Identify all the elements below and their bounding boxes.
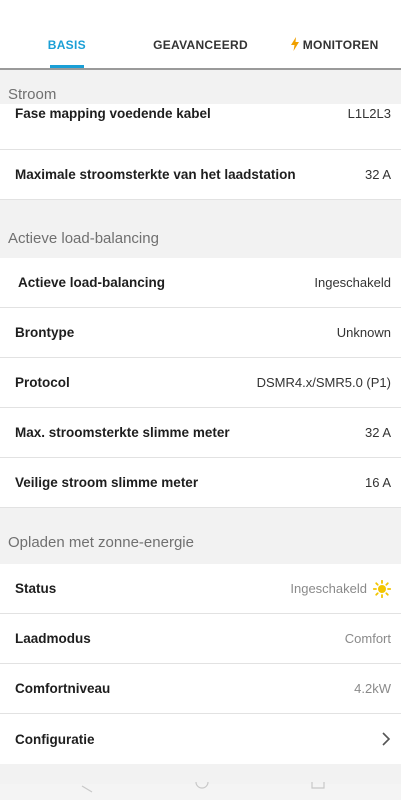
row-laadmodus[interactable]: Laadmodus Comfort	[0, 614, 401, 664]
row-protocol[interactable]: Protocol DSMR4.x/SMR5.0 (P1)	[0, 358, 401, 408]
tab-geavanceerd[interactable]: GEAVANCEERD	[134, 0, 268, 68]
row-label: Status	[15, 581, 57, 596]
row-value: Ingeschakeld	[314, 275, 391, 290]
row-configuratie[interactable]: Configuratie	[0, 714, 401, 764]
row-label: Maximale stroomsterkte van het laadstati…	[15, 167, 296, 182]
chevron-right-icon	[382, 732, 391, 746]
lightning-icon	[290, 37, 299, 51]
row-max-stroomsterkte-slimme-meter[interactable]: Max. stroomsterkte slimme meter 32 A	[0, 408, 401, 458]
row-value: Unknown	[336, 325, 391, 340]
row-value: 32 A	[364, 167, 391, 182]
row-max-stroomsterkte-laadstation[interactable]: Maximale stroomsterkte van het laadstati…	[0, 150, 401, 200]
row-comfortniveau[interactable]: Comfortniveau 4.2kW	[0, 664, 401, 714]
row-value: DSMR4.x/SMR5.0 (P1)	[256, 375, 391, 390]
row-brontype[interactable]: Brontype Unknown	[0, 308, 401, 358]
row-label: Laadmodus	[15, 631, 91, 646]
row-value: Comfort	[344, 631, 391, 646]
system-nav-bar	[0, 781, 401, 800]
section-title-stroom: Stroom	[8, 86, 57, 103]
row-label: Veilige stroom slimme meter	[15, 475, 199, 490]
row-label: Configuratie	[15, 731, 95, 747]
row-value: Ingeschakeld	[290, 581, 367, 596]
tab-basis[interactable]: BASIS	[0, 0, 134, 68]
row-value: 4.2kW	[354, 681, 391, 696]
row-label: Protocol	[15, 375, 70, 390]
row-label: Brontype	[15, 325, 75, 340]
row-value-wrap: Ingeschakeld	[290, 579, 391, 598]
row-value: 32 A	[364, 425, 391, 440]
sun-icon	[373, 579, 391, 598]
section-title-load-balancing: Actieve load-balancing	[8, 230, 159, 247]
row-label: Max. stroomsterkte slimme meter	[15, 425, 230, 440]
home-nav-icon[interactable]	[194, 780, 210, 792]
tab-bar: BASIS GEAVANCEERD MONITOREN	[0, 0, 401, 70]
recents-nav-icon[interactable]	[310, 782, 326, 792]
row-label: Fase mapping voedende kabel	[15, 106, 211, 121]
row-label: Actieve load-balancing	[18, 275, 166, 290]
row-status[interactable]: Status Ingeschakeld	[0, 564, 401, 614]
row-label: Comfortniveau	[15, 681, 111, 696]
back-nav-icon[interactable]	[78, 784, 94, 794]
row-actieve-load-balancing[interactable]: Actieve load-balancing Ingeschakeld	[0, 258, 401, 308]
row-veilige-stroom-slimme-meter[interactable]: Veilige stroom slimme meter 16 A	[0, 458, 401, 508]
row-fase-mapping[interactable]: Fase mapping voedende kabel L1L2L3	[0, 104, 401, 150]
section-title-zonne-energie: Opladen met zonne-energie	[8, 534, 194, 551]
row-value: L1L2L3	[347, 106, 391, 121]
tab-monitoren[interactable]: MONITOREN	[267, 0, 401, 68]
row-value: 16 A	[364, 475, 391, 490]
